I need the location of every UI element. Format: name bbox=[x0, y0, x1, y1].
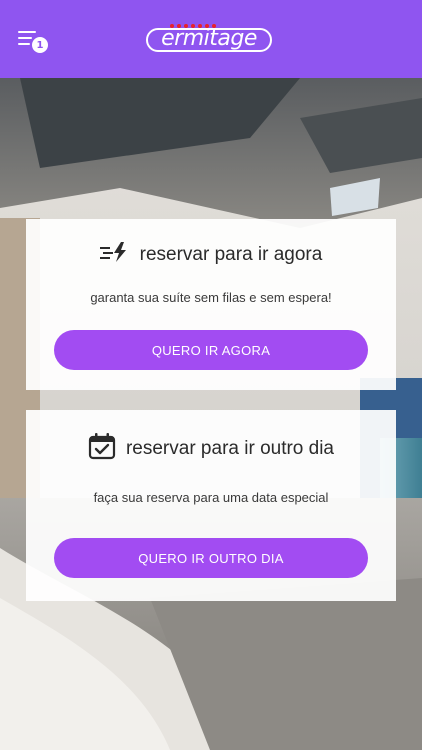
reserve-other-day-title: reservar para ir outro dia bbox=[125, 437, 335, 459]
menu-button[interactable]: 1 bbox=[18, 30, 50, 54]
ermitage-logo[interactable]: ermitage bbox=[146, 24, 274, 54]
reserve-now-title: reservar para ir agora bbox=[139, 243, 323, 265]
reserve-other-day-card: reservar para ir outro dia faça sua rese… bbox=[26, 410, 396, 601]
reserve-now-card: reservar para ir agora garanta sua suíte… bbox=[26, 219, 396, 390]
app-header: 1 ermitage bbox=[0, 0, 422, 78]
calendar-check-icon bbox=[88, 432, 116, 465]
notification-badge: 1 bbox=[32, 37, 48, 53]
reserve-now-heading: reservar para ir agora bbox=[26, 241, 396, 268]
reserve-other-day-heading: reservar para ir outro dia bbox=[26, 432, 396, 465]
logo-text: ermitage bbox=[161, 26, 257, 51]
reserve-now-subtitle: garanta sua suíte sem filas e sem espera… bbox=[90, 290, 332, 305]
reserve-other-day-subtitle: faça sua reserva para uma data especial bbox=[93, 490, 329, 505]
reserve-now-button[interactable]: QUERO IR AGORA bbox=[54, 330, 368, 370]
reserve-other-day-button[interactable]: QUERO IR OUTRO DIA bbox=[54, 538, 368, 578]
fast-lightning-icon bbox=[99, 241, 130, 268]
